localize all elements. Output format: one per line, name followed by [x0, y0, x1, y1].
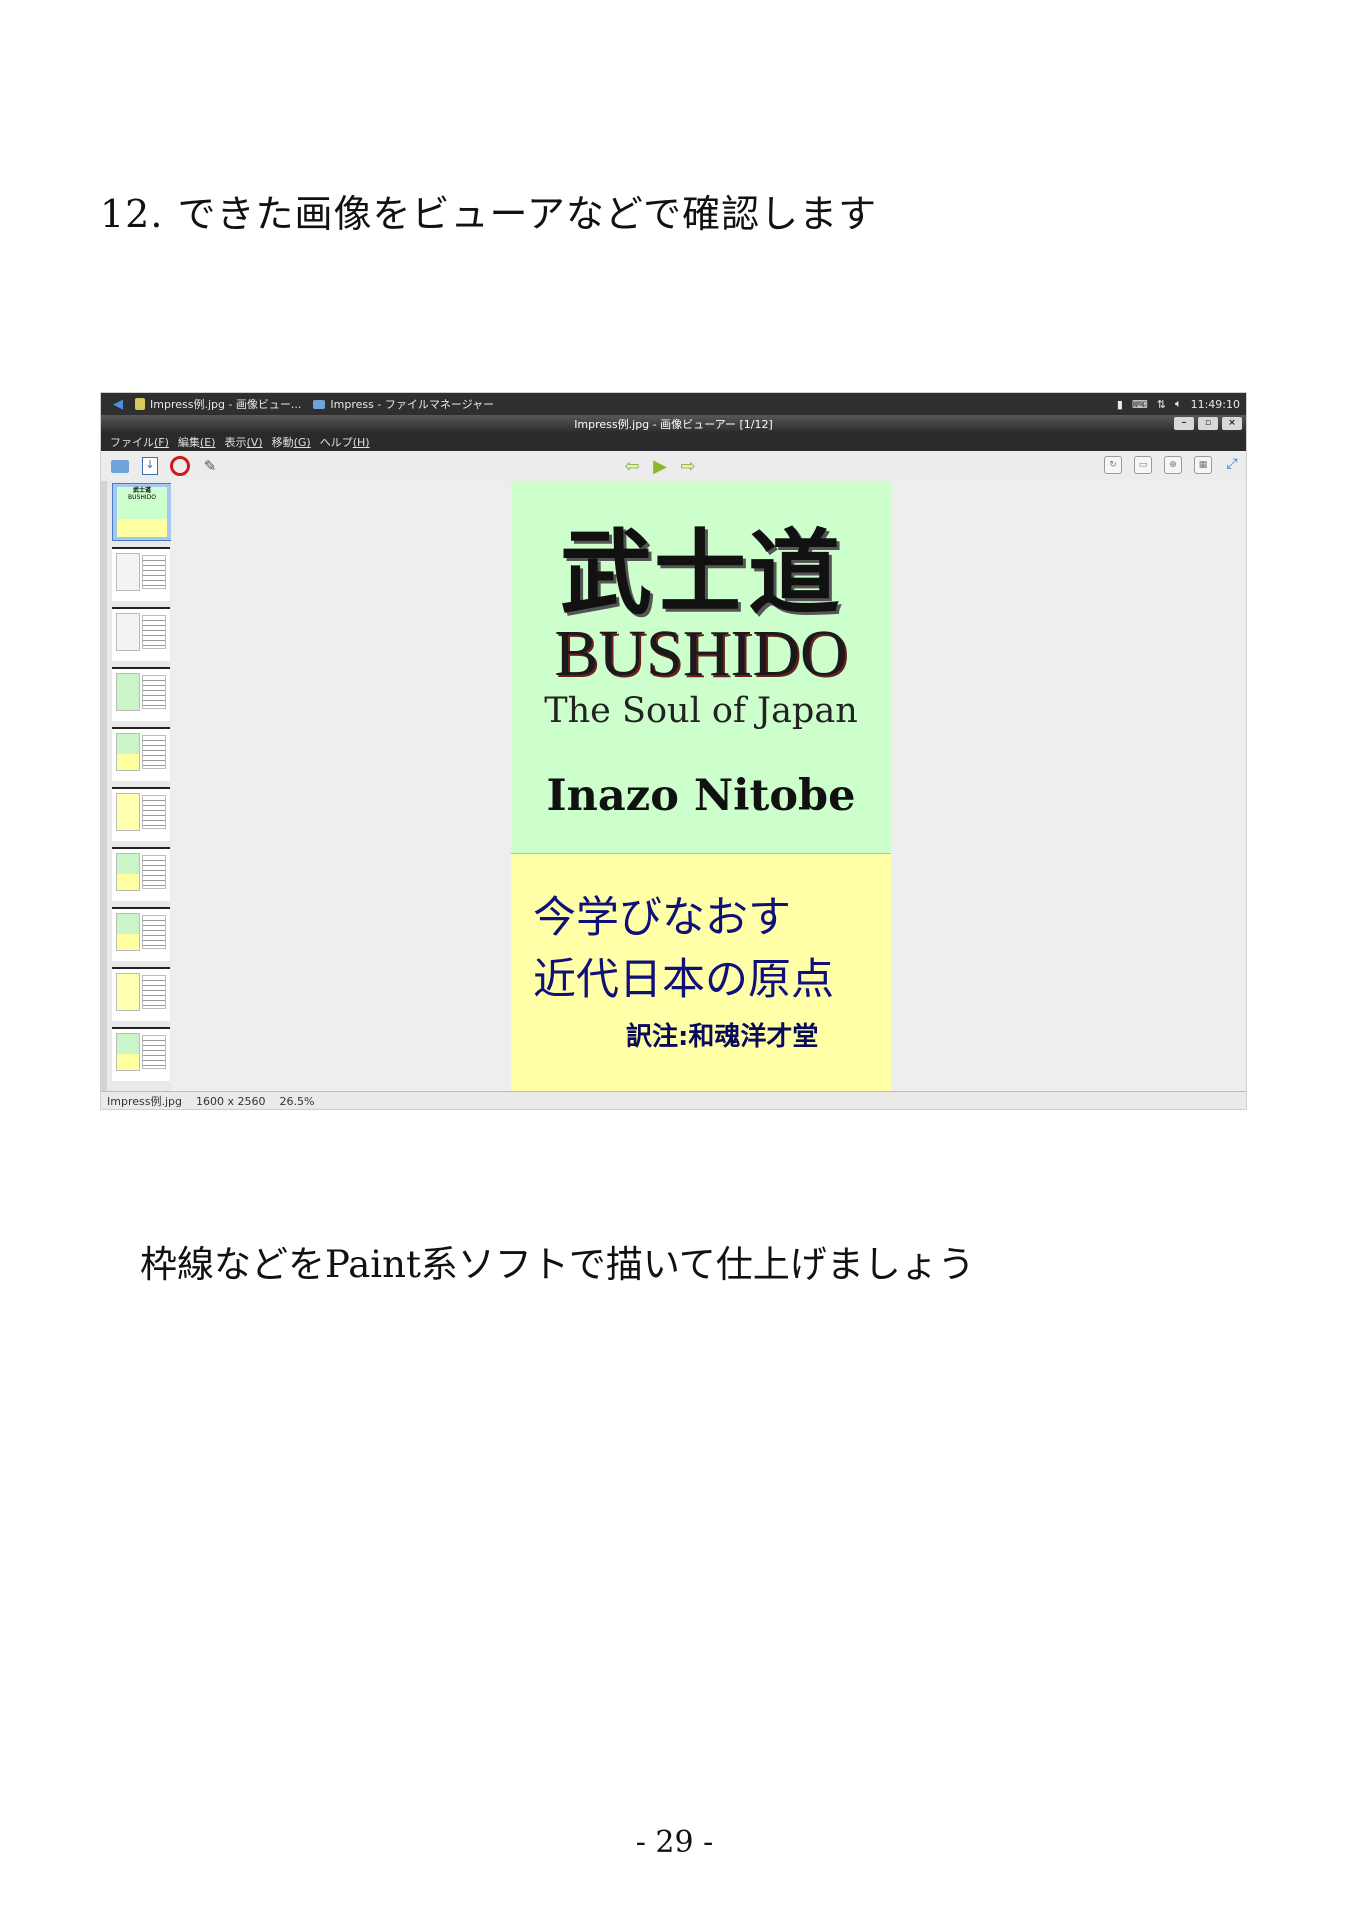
viewer-screenshot: ◀ Impress例.jpg - 画像ビュー... Impress - ファイル…	[100, 392, 1247, 1110]
cover-tagline-2: 近代日本の原点	[533, 955, 834, 1005]
toolbar: ↓ ✎ ⇦ ▶ ⇨ ↻ ▭ ⊕ ▦ ⤢	[101, 451, 1246, 481]
status-bar: Impress例.jpg 1600 x 2560 26.5%	[101, 1091, 1246, 1109]
folder-icon	[313, 399, 326, 409]
menu-help[interactable]: ヘルプ(H)	[320, 434, 370, 450]
minimize-button[interactable]: –	[1174, 417, 1194, 430]
keyboard-icon[interactable]: ⌨	[1132, 398, 1148, 411]
cover-subtitle: The Soul of Japan	[544, 691, 858, 731]
taskbar-task-viewer-label: Impress例.jpg - 画像ビュー...	[150, 398, 302, 411]
status-zoom: 26.5%	[279, 1094, 315, 1108]
heading-number: 12.	[100, 192, 164, 236]
menu-view[interactable]: 表示(V)	[224, 434, 262, 450]
menu-file[interactable]: ファイル(F)	[110, 434, 169, 450]
cover-bottom-panel: 今学びなおす 近代日本の原点 訳注:和魂洋才堂	[511, 854, 891, 1091]
delete-icon[interactable]	[169, 455, 191, 477]
instruction-text: 枠線などをPaint系ソフトで描いて仕上げましょう	[140, 1243, 975, 1286]
thumbnail-item[interactable]	[112, 667, 170, 721]
zoom-icon[interactable]: ⊕	[1164, 456, 1182, 474]
start-menu-button[interactable]: ◀	[113, 397, 123, 412]
taskbar-task-filemanager-label: Impress - ファイルマネージャー	[330, 398, 495, 411]
page-number: - 29 -	[635, 1825, 714, 1860]
thumbnail-item[interactable]	[112, 847, 170, 901]
thumbnail-item[interactable]	[112, 787, 170, 841]
window-titlebar[interactable]: Impress例.jpg - 画像ビューアー [1/12] – ▫ ×	[101, 415, 1246, 433]
image-view[interactable]: 武士道 BUSHIDO The Soul of Japan Inazo Nito…	[171, 481, 1246, 1091]
cover-kanji-title: 武士道	[559, 520, 842, 627]
taskbar: ◀ Impress例.jpg - 画像ビュー... Impress - ファイル…	[101, 393, 1246, 415]
thumbnail-item[interactable]	[112, 907, 170, 961]
status-dimensions: 1600 x 2560	[195, 1094, 266, 1108]
open-folder-icon[interactable]	[109, 455, 131, 477]
image-file-icon	[135, 398, 145, 410]
battery-icon[interactable]: ▮	[1117, 398, 1123, 411]
taskbar-task-filemanager[interactable]: Impress - ファイルマネージャー	[313, 396, 494, 412]
thumbnail-item[interactable]	[112, 967, 170, 1021]
fit-width-icon[interactable]: ▭	[1134, 456, 1152, 474]
thumbnails-icon[interactable]: ▦	[1194, 456, 1212, 474]
rotate-icon[interactable]: ↻	[1104, 456, 1122, 474]
menubar: ファイル(F) 編集(E) 表示(V) 移動(G) ヘルプ(H)	[101, 433, 1246, 451]
cover-romaji-title: BUSHIDO	[554, 617, 848, 690]
next-arrow-icon[interactable]: ⇨	[677, 455, 699, 477]
thumbnail-item[interactable]	[112, 1027, 170, 1081]
book-cover-image: 武士道 BUSHIDO The Soul of Japan Inazo Nito…	[511, 481, 891, 1091]
edit-pencil-icon[interactable]: ✎	[199, 455, 221, 477]
close-button[interactable]: ×	[1222, 417, 1242, 430]
heading-text: できた画像をビューアなどで確認します	[177, 192, 878, 236]
window-title: Impress例.jpg - 画像ビューアー [1/12]	[574, 418, 773, 431]
system-tray: ▮ ⌨ ⇅ 🔈︎ 11:49:10	[1117, 397, 1240, 411]
thumbnail-scrollbar[interactable]	[101, 481, 107, 1091]
cover-top-panel: 武士道 BUSHIDO The Soul of Japan Inazo Nito…	[511, 481, 891, 854]
thumbnail-item[interactable]	[112, 547, 170, 601]
app-launcher-icon: ◀	[113, 396, 123, 412]
clock[interactable]: 11:49:10	[1191, 398, 1240, 411]
slideshow-play-icon[interactable]: ▶	[649, 455, 671, 477]
cover-translator: 訳注:和魂洋才堂	[626, 1022, 819, 1052]
thumbnail-item[interactable]	[112, 607, 170, 661]
cover-tagline-1: 今学びなおす	[533, 893, 791, 943]
thumbnail-item[interactable]: 武士道 BUSHIDO	[112, 483, 171, 541]
fullscreen-icon[interactable]: ⤢	[1224, 456, 1240, 472]
menu-go[interactable]: 移動(G)	[272, 434, 311, 450]
save-icon[interactable]: ↓	[139, 455, 161, 477]
thumbnail-item[interactable]	[112, 727, 170, 781]
cover-author: Inazo Nitobe	[546, 771, 856, 821]
volume-icon[interactable]: 🔈︎	[1175, 397, 1182, 411]
status-filename: Impress例.jpg	[107, 1095, 182, 1108]
thumbnail-strip[interactable]: 武士道 BUSHIDO	[101, 481, 172, 1091]
taskbar-task-viewer[interactable]: Impress例.jpg - 画像ビュー...	[135, 396, 301, 412]
page-heading: 12. できた画像をビューアなどで確認します	[100, 183, 877, 238]
maximize-button[interactable]: ▫	[1198, 417, 1218, 430]
previous-arrow-icon[interactable]: ⇦	[621, 455, 643, 477]
menu-edit[interactable]: 編集(E)	[178, 434, 216, 450]
network-icon[interactable]: ⇅	[1157, 398, 1166, 411]
